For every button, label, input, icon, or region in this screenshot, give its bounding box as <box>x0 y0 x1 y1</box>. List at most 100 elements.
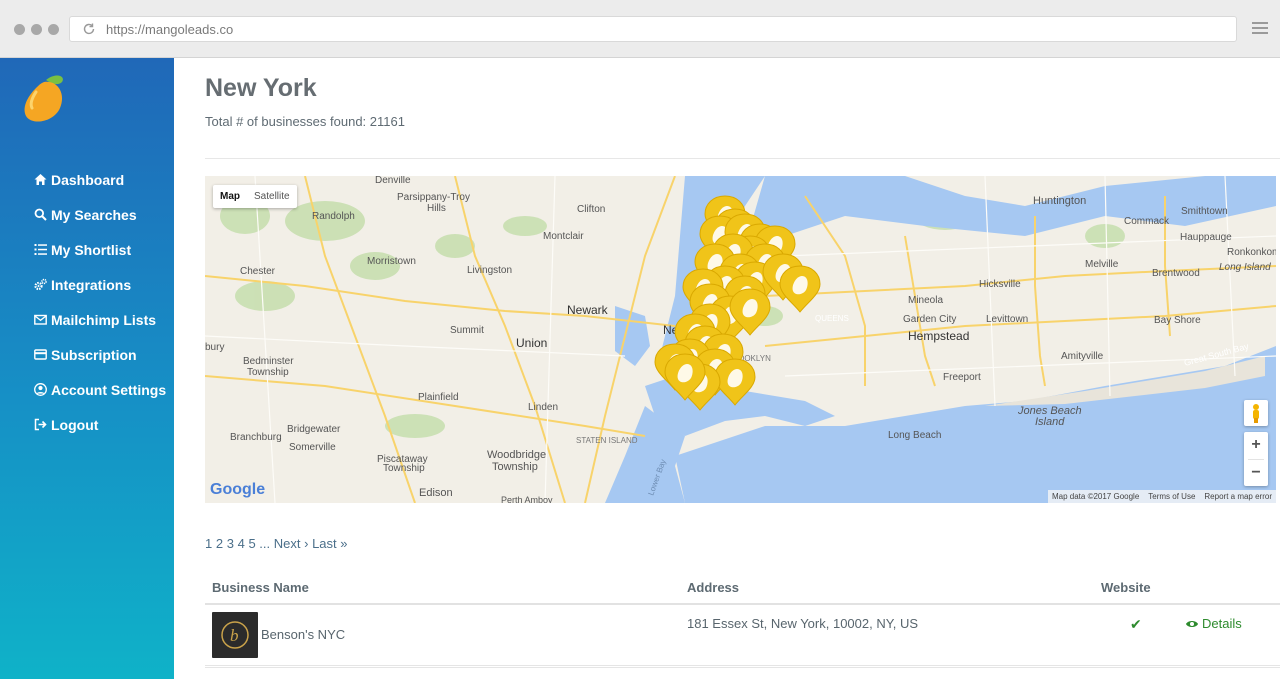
svg-text:Huntington: Huntington <box>1033 195 1086 207</box>
svg-text:Melville: Melville <box>1085 259 1119 270</box>
sidebar-item-label: Account Settings <box>51 381 167 398</box>
street-view-pegman-icon[interactable] <box>1244 400 1268 426</box>
sidebar-item-dashboard[interactable]: Dashboard <box>34 162 166 197</box>
column-header-address[interactable]: Address <box>687 580 739 595</box>
page-link-1[interactable]: 1 <box>205 536 212 551</box>
business-name[interactable]: Benson's NYC <box>261 627 345 642</box>
cogs-icon <box>34 278 47 291</box>
sidebar-item-my-shortlist[interactable]: My Shortlist <box>34 232 166 267</box>
zoom-out-button[interactable]: − <box>1244 460 1268 487</box>
sidebar-item-label: My Shortlist <box>51 241 132 258</box>
url-text: https://mangoleads.co <box>106 22 234 37</box>
businesses-count: Total # of businesses found: 21161 <box>205 114 405 129</box>
svg-text:Linden: Linden <box>528 402 558 413</box>
svg-text:Woodbridge: Woodbridge <box>487 449 546 461</box>
svg-text:Garden City: Garden City <box>903 314 956 325</box>
sidebar-item-label: My Searches <box>51 206 137 223</box>
maximize-window-dot[interactable] <box>48 24 59 35</box>
envelope-icon <box>34 314 47 325</box>
reload-icon[interactable] <box>82 22 96 36</box>
svg-text:Hills: Hills <box>427 203 446 214</box>
sidebar-item-mailchimp-lists[interactable]: Mailchimp Lists <box>34 302 166 337</box>
search-icon <box>34 208 47 221</box>
table-row[interactable] <box>205 667 1280 679</box>
next-page-link[interactable]: Next › <box>274 536 309 551</box>
sidebar-item-subscription[interactable]: Subscription <box>34 337 166 372</box>
page-link-3[interactable]: 3 <box>227 536 234 551</box>
window-controls <box>14 24 59 35</box>
sidebar-item-my-searches[interactable]: My Searches <box>34 197 166 232</box>
browser-menu-icon[interactable] <box>1252 22 1268 36</box>
minimize-window-dot[interactable] <box>31 24 42 35</box>
svg-text:Commack: Commack <box>1124 216 1170 227</box>
svg-text:Freeport: Freeport <box>943 372 981 383</box>
svg-text:b: b <box>230 626 239 645</box>
zoom-control: + − <box>1244 432 1268 486</box>
pagination: 1 2 3 4 5 ... Next › Last » <box>205 536 347 551</box>
main-content: New York Total # of businesses found: 21… <box>174 58 1280 679</box>
svg-text:Branchburg: Branchburg <box>230 432 282 443</box>
pagination-ellipsis: ... <box>259 536 271 551</box>
svg-text:Parsippany-Troy: Parsippany-Troy <box>397 192 470 203</box>
map-view[interactable]: Denville Parsippany-Troy Hills Randolph … <box>205 176 1276 503</box>
page-link-2[interactable]: 2 <box>216 536 223 551</box>
map-type-map-button[interactable]: Map <box>213 185 247 208</box>
close-window-dot[interactable] <box>14 24 25 35</box>
column-header-website[interactable]: Website <box>1101 580 1151 595</box>
sidebar-item-label: Logout <box>51 416 99 433</box>
svg-text:Township: Township <box>247 367 289 378</box>
sidebar-item-label: Subscription <box>51 346 137 363</box>
svg-text:Newark: Newark <box>567 303 609 317</box>
table-header: Business Name Address Website <box>205 572 1280 605</box>
details-link[interactable]: Details <box>1185 616 1242 631</box>
sidebar-item-label: Dashboard <box>51 171 125 188</box>
table-row[interactable]: b Benson's NYC 181 Essex St, New York, 1… <box>205 606 1280 666</box>
credit-card-icon <box>34 349 47 360</box>
terms-of-use-link[interactable]: Terms of Use <box>1148 492 1195 501</box>
list-icon <box>34 244 47 255</box>
svg-text:Hicksville: Hicksville <box>979 279 1021 290</box>
svg-text:Chester: Chester <box>240 266 276 277</box>
svg-text:Bedminster: Bedminster <box>243 356 294 367</box>
svg-text:Plainfield: Plainfield <box>418 392 459 403</box>
sidebar-nav: Dashboard My Searches My Shortlist Integ… <box>34 162 166 442</box>
user-circle-icon <box>34 383 47 396</box>
mango-logo[interactable] <box>22 68 68 124</box>
page-link-5[interactable]: 5 <box>248 536 255 551</box>
svg-text:Bay Shore: Bay Shore <box>1154 315 1201 326</box>
report-map-error-link[interactable]: Report a map error <box>1204 492 1272 501</box>
svg-text:STATEN ISLAND: STATEN ISLAND <box>576 436 638 445</box>
sidebar-item-integrations[interactable]: Integrations <box>34 267 166 302</box>
column-header-business-name[interactable]: Business Name <box>212 580 309 595</box>
svg-text:Ronkonkoma: Ronkonkoma <box>1227 247 1276 258</box>
svg-text:Union: Union <box>516 336 547 350</box>
svg-text:Somerville: Somerville <box>289 442 336 453</box>
svg-text:Summit: Summit <box>450 325 484 336</box>
map-attribution: Map data ©2017 Google Terms of Use Repor… <box>1047 490 1276 503</box>
sign-out-icon <box>34 418 47 431</box>
last-page-link[interactable]: Last » <box>312 536 347 551</box>
svg-text:Hauppauge: Hauppauge <box>1180 232 1232 243</box>
page-link-4[interactable]: 4 <box>238 536 245 551</box>
sidebar: Dashboard My Searches My Shortlist Integ… <box>0 58 174 679</box>
zoom-in-button[interactable]: + <box>1244 432 1268 459</box>
sidebar-item-account-settings[interactable]: Account Settings <box>34 372 166 407</box>
business-address: 181 Essex St, New York, 10002, NY, US <box>687 616 919 631</box>
map-type-satellite-button[interactable]: Satellite <box>247 185 297 208</box>
svg-text:Smithtown: Smithtown <box>1181 206 1228 217</box>
svg-text:Township: Township <box>383 463 425 474</box>
svg-text:Bridgewater: Bridgewater <box>287 424 341 435</box>
divider <box>205 158 1280 159</box>
svg-text:Amityville: Amityville <box>1061 351 1104 362</box>
svg-text:QUEENS: QUEENS <box>815 314 849 323</box>
sidebar-item-logout[interactable]: Logout <box>34 407 166 442</box>
svg-text:Brentwood: Brentwood <box>1152 268 1200 279</box>
page-title: New York <box>205 74 317 102</box>
address-bar[interactable]: https://mangoleads.co <box>69 16 1237 42</box>
svg-text:Denville: Denville <box>375 176 411 186</box>
svg-text:Perth Amboy: Perth Amboy <box>501 495 553 503</box>
svg-text:Island: Island <box>1035 416 1065 428</box>
svg-text:Morristown: Morristown <box>367 256 416 267</box>
map-canvas[interactable]: Denville Parsippany-Troy Hills Randolph … <box>205 176 1276 503</box>
svg-text:Levittown: Levittown <box>986 314 1028 325</box>
